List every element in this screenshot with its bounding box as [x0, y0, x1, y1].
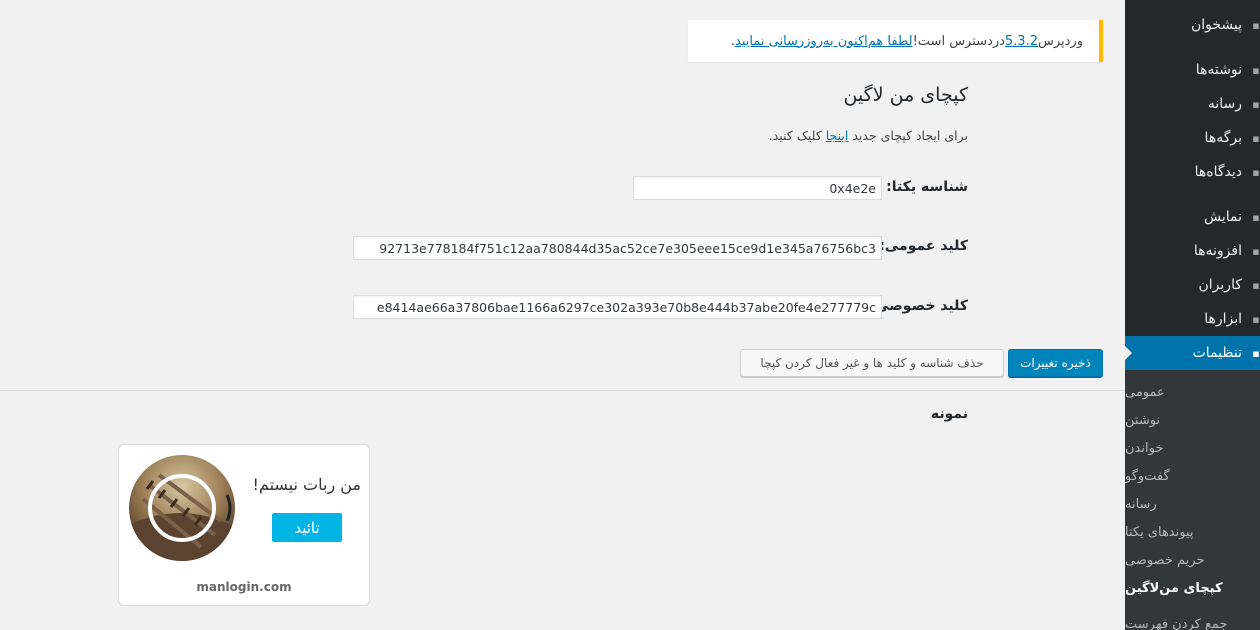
submenu-item-label: نوشتن [1125, 412, 1161, 428]
sample-heading: نمونه [930, 406, 968, 422]
save-changes-button[interactable]: ذخیره تغییرات [1008, 349, 1103, 377]
submenu-item-reading[interactable]: خواندن [1125, 434, 1260, 462]
update-notice: وردپرس 5.3.2 دردسترس است! لطفا هم‌اکنون … [688, 20, 1103, 62]
sidebar-item-label: نمایش [1203, 209, 1242, 225]
plugins-icon: ▪ [1252, 244, 1260, 258]
captcha-domain: manlogin.com [196, 580, 292, 594]
version-link[interactable]: 5.3.2 [1005, 34, 1038, 49]
sidebar-item-label: رسانه [1207, 96, 1242, 112]
collapse-menu-button[interactable]: جمع کردن فهرست [1125, 610, 1260, 630]
sidebar-item-label: افزونه‌ها [1193, 243, 1242, 259]
sidebar-item-media[interactable]: ▪ رسانه [1125, 87, 1260, 121]
submenu-item-privacy[interactable]: حریم خصوصی [1125, 546, 1260, 574]
media-icon: ▪ [1252, 97, 1260, 111]
captcha-picture [129, 455, 235, 561]
sidebar-item-posts[interactable]: ▪ نوشته‌ها [1125, 53, 1260, 87]
create-prefix: برای ایجاد کپچای جدید [848, 128, 968, 143]
sidebar-item-appearance[interactable]: ▪ نمایش [1125, 200, 1260, 234]
settings-icon: ▪ [1252, 346, 1260, 360]
sidebar-item-settings[interactable]: ▪ تنظیمات [1125, 336, 1260, 370]
sidebar-item-label: ابزارها [1204, 311, 1242, 327]
tools-icon: ▪ [1252, 312, 1260, 326]
captcha-title: من ربات نیستم! [252, 475, 361, 494]
appearance-icon: ▪ [1252, 210, 1260, 224]
submenu-item-general[interactable]: عمومی [1125, 378, 1260, 406]
submenu-item-label: جمع کردن فهرست [1125, 616, 1228, 630]
settings-submenu: عمومی نوشتن خواندن گفت‌وگو رسانه پیوندها… [1125, 370, 1260, 630]
pages-icon: ▪ [1252, 131, 1260, 145]
section-divider [0, 390, 1125, 391]
captcha-image[interactable] [129, 455, 235, 561]
private-key-input[interactable] [353, 295, 882, 319]
update-now-link[interactable]: لطفا هم‌اکنون به‌روزرسانی نمایید [735, 34, 913, 49]
sidebar-item-label: تنظیمات [1192, 345, 1242, 361]
unique-id-input[interactable] [633, 176, 882, 200]
private-key-label: کلید خصوصی: [869, 298, 969, 314]
sidebar-item-label: برگه‌ها [1204, 130, 1242, 146]
submenu-item-label: حریم خصوصی [1125, 552, 1205, 568]
unique-id-label: شناسه یکتا: [886, 179, 968, 195]
sidebar-item-tools[interactable]: ▪ ابزارها [1125, 302, 1260, 336]
public-key-label: کلید عمومی: [879, 238, 968, 254]
admin-sidebar: ▪ پیشخوان ▪ نوشته‌ها ▪ رسانه ▪ برگه‌ها ▪… [1125, 0, 1260, 630]
posts-icon: ▪ [1252, 63, 1260, 77]
users-icon: ▪ [1252, 278, 1260, 292]
create-suffix: کلیک کنید. [768, 128, 826, 143]
notice-prefix: وردپرس [1037, 33, 1083, 49]
sidebar-item-label: دیدگاه‌ها [1194, 164, 1242, 180]
sidebar-item-label: نوشته‌ها [1195, 62, 1242, 78]
captcha-widget: من ربات نیستم! تائید manlogin.com [118, 444, 370, 606]
submenu-item-manlogin-captcha[interactable]: کپچای من‌لاگین [1125, 574, 1260, 602]
submenu-item-media[interactable]: رسانه [1125, 490, 1260, 518]
submenu-item-permalinks[interactable]: پیوندهای یکتا [1125, 518, 1260, 546]
sidebar-item-label: پیشخوان [1190, 17, 1242, 33]
submenu-item-label: کپچای من‌لاگین [1125, 580, 1223, 596]
main-content: وردپرس 5.3.2 دردسترس است! لطفا هم‌اکنون … [0, 0, 1125, 630]
create-captcha-link[interactable]: اینجا [826, 128, 849, 143]
sidebar-item-comments[interactable]: ▪ دیدگاه‌ها [1125, 155, 1260, 189]
submenu-item-writing[interactable]: نوشتن [1125, 406, 1260, 434]
submenu-item-label: خواندن [1125, 440, 1164, 456]
submenu-item-label: پیوندهای یکتا [1125, 524, 1194, 540]
public-key-input[interactable] [353, 236, 882, 260]
submenu-item-discussion[interactable]: گفت‌وگو [1125, 462, 1260, 490]
notice-suffix: . [730, 33, 736, 49]
sidebar-item-pages[interactable]: ▪ برگه‌ها [1125, 121, 1260, 155]
dashboard-icon: ▪ [1252, 18, 1260, 32]
submenu-item-label: رسانه [1125, 496, 1157, 512]
sidebar-item-plugins[interactable]: ▪ افزونه‌ها [1125, 234, 1260, 268]
delete-keys-button[interactable]: حذف شناسه و کلید ها و غیر فعال کردن کپچا [740, 349, 1004, 377]
comments-icon: ▪ [1252, 165, 1260, 179]
submenu-item-label: عمومی [1125, 384, 1165, 400]
notice-middle: دردسترس است! [912, 33, 1005, 49]
sidebar-item-users[interactable]: ▪ کاربران [1125, 268, 1260, 302]
page-title: کپچای من لاگین [843, 84, 968, 106]
sidebar-item-label: کاربران [1198, 277, 1242, 293]
sidebar-item-dashboard[interactable]: ▪ پیشخوان [1125, 8, 1260, 42]
captcha-confirm-button[interactable]: تائید [272, 513, 342, 542]
create-captcha-instruction: برای ایجاد کپچای جدید اینجا کلیک کنید. [769, 128, 968, 143]
active-indicator [1125, 345, 1132, 361]
submenu-item-label: گفت‌وگو [1125, 468, 1170, 484]
